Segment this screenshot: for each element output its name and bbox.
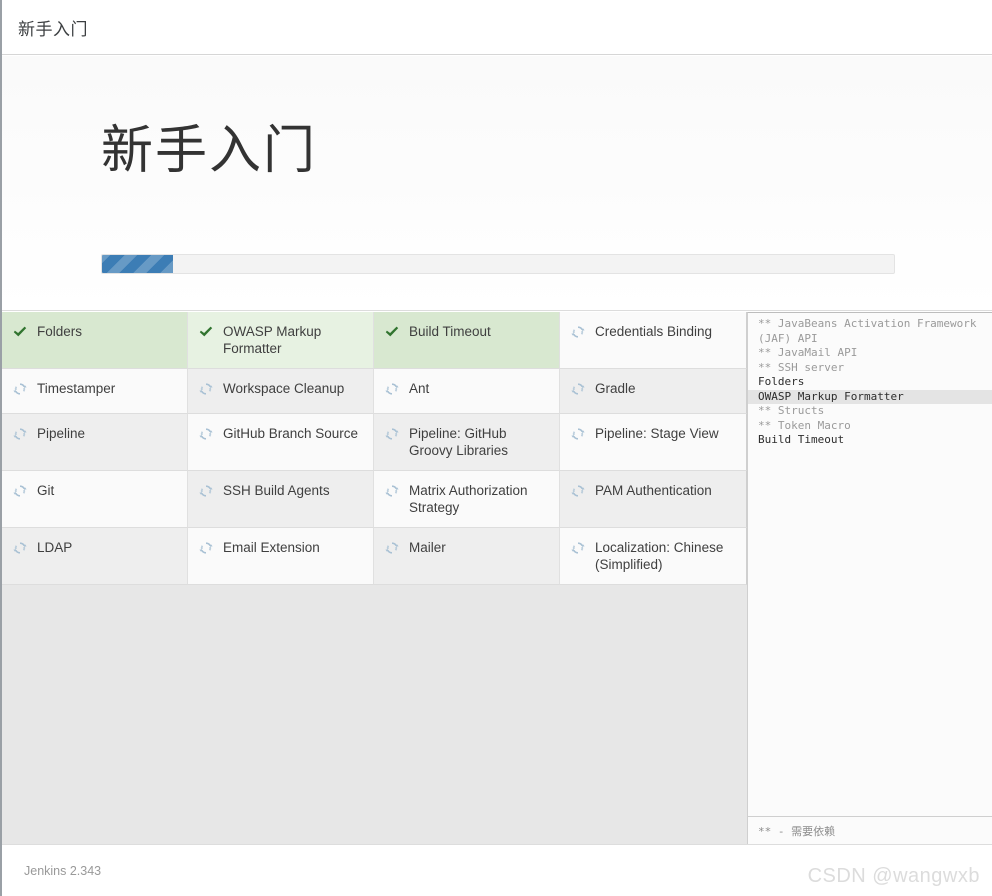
plugin-grid-row: Git SSH Build Agents Matrix Authorization …	[2, 471, 747, 528]
plugin-cell: Localization: Chinese (Simplified)	[560, 528, 747, 585]
plugin-name-label: Pipeline: GitHub Groovy Libraries	[409, 426, 509, 458]
install-progress-fill	[102, 255, 174, 273]
install-log-panel[interactable]: ** JavaBeans Activation Framework (JAF) …	[747, 312, 992, 844]
jenkins-setup-wizard: 新手入门 新手入门 Folders OWASP Markup Formatter B…	[0, 0, 992, 896]
plugin-cell: Folders	[2, 312, 188, 369]
plugin-name-label: Ant	[409, 381, 430, 396]
plugin-status-grid: Folders OWASP Markup Formatter Build Timeo…	[2, 312, 747, 585]
spinner-refresh-icon	[12, 540, 28, 556]
install-log-line: Folders	[758, 375, 805, 388]
install-log-line: Build Timeout	[758, 433, 845, 446]
plugin-name-label: GitHub Branch Source	[223, 426, 359, 441]
plugin-grid-row: Pipeline GitHub Branch Source Pipeline: Gi…	[2, 414, 747, 471]
page-title: 新手入门	[101, 122, 318, 180]
check-icon	[12, 324, 28, 340]
plugin-cell: Pipeline: Stage View	[560, 414, 747, 471]
spinner-refresh-icon	[384, 483, 400, 499]
install-log-line: ** SSH server	[758, 360, 845, 374]
spinner-refresh-icon	[12, 426, 28, 442]
plugin-cell: Ant	[374, 369, 560, 414]
spinner-refresh-icon	[570, 540, 586, 556]
install-status-area: Folders OWASP Markup Formatter Build Timeo…	[2, 312, 992, 844]
plugin-grid-row: Folders OWASP Markup Formatter Build Timeo…	[2, 312, 747, 369]
install-log-line: OWASP Markup Formatter	[748, 389, 992, 404]
plugin-name-label: Build Timeout	[409, 324, 491, 339]
plugin-name-label: Pipeline	[37, 426, 86, 441]
spinner-refresh-icon	[12, 381, 28, 397]
plugin-cell: Mailer	[374, 528, 560, 585]
spinner-refresh-icon	[384, 426, 400, 442]
install-log-line: ** Token Macro	[758, 418, 851, 432]
check-icon	[198, 324, 214, 340]
spinner-refresh-icon	[198, 483, 214, 499]
spinner-refresh-icon	[12, 483, 28, 499]
plugin-name-label: Pipeline: Stage View	[595, 426, 719, 441]
plugin-grid-row: LDAP Email Extension Mailer Localization: C…	[2, 528, 747, 585]
plugin-cell: Git	[2, 471, 188, 528]
window-titlebar: 新手入门	[2, 0, 992, 55]
plugin-name-label: OWASP Markup Formatter	[223, 324, 322, 356]
plugin-name-label: SSH Build Agents	[223, 483, 330, 498]
plugin-name-label: LDAP	[37, 540, 73, 555]
plugin-grid-row: Timestamper Workspace Cleanup Ant Gradle	[2, 369, 747, 414]
plugin-cell: GitHub Branch Source	[188, 414, 374, 471]
plugin-cell: Gradle	[560, 369, 747, 414]
plugin-name-label: Credentials Binding	[595, 324, 713, 339]
plugin-cell: Build Timeout	[374, 312, 560, 369]
install-log-line: ** JavaBeans Activation Framework (JAF) …	[758, 317, 977, 345]
spinner-refresh-icon	[198, 381, 214, 397]
plugin-name-label: Gradle	[595, 381, 636, 396]
watermark-label: CSDN @wangwxb	[807, 865, 980, 887]
plugin-name-label: Workspace Cleanup	[223, 381, 345, 396]
plugin-cell: LDAP	[2, 528, 188, 585]
spinner-refresh-icon	[570, 381, 586, 397]
check-icon	[384, 324, 400, 340]
spinner-refresh-icon	[570, 483, 586, 499]
plugin-cell: OWASP Markup Formatter	[188, 312, 374, 369]
install-log-line: ** Structs	[758, 404, 825, 417]
plugin-cell: Pipeline: GitHub Groovy Libraries	[374, 414, 560, 471]
window-title: 新手入门	[18, 19, 88, 39]
plugin-name-label: Mailer	[409, 540, 446, 555]
plugin-cell: SSH Build Agents	[188, 471, 374, 528]
plugin-name-label: Git	[37, 483, 55, 498]
install-progress-bar	[101, 254, 895, 274]
plugin-cell: Credentials Binding	[560, 312, 747, 369]
install-log-line: ** JavaMail API	[758, 346, 858, 359]
plugin-cell: PAM Authentication	[560, 471, 747, 528]
spinner-refresh-icon	[570, 324, 586, 340]
plugin-name-label: PAM Authentication	[595, 483, 712, 498]
plugin-name-label: Timestamper	[37, 381, 116, 396]
wizard-hero: 新手入门	[2, 56, 992, 311]
spinner-refresh-icon	[198, 426, 214, 442]
spinner-refresh-icon	[384, 381, 400, 397]
plugin-cell: Pipeline	[2, 414, 188, 471]
install-log-lines[interactable]: ** JavaBeans Activation Framework (JAF) …	[748, 313, 992, 816]
plugin-name-label: Email Extension	[223, 540, 320, 555]
plugin-name-label: Folders	[37, 324, 83, 339]
install-log-legend: ** - 需要依赖	[748, 816, 992, 844]
spinner-refresh-icon	[384, 540, 400, 556]
spinner-refresh-icon	[198, 540, 214, 556]
plugin-cell: Email Extension	[188, 528, 374, 585]
plugin-cell: Matrix Authorization Strategy	[374, 471, 560, 528]
spinner-refresh-icon	[570, 426, 586, 442]
plugin-cell: Timestamper	[2, 369, 188, 414]
plugin-cell: Workspace Cleanup	[188, 369, 374, 414]
jenkins-version-label: Jenkins 2.343	[24, 863, 102, 878]
plugin-name-label: Matrix Authorization Strategy	[409, 483, 528, 515]
plugin-name-label: Localization: Chinese (Simplified)	[595, 540, 724, 572]
